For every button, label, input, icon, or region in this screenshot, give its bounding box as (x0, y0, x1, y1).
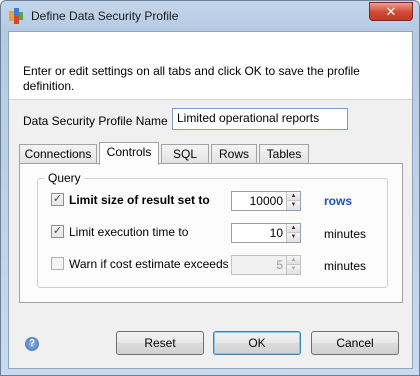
spin-down-icon[interactable]: ▼ (286, 265, 300, 274)
execution-time-unit: minutes (324, 227, 367, 241)
tab-controls[interactable]: Controls (99, 142, 159, 165)
window-title: Define Data Security Profile (31, 9, 179, 23)
spin-down-icon[interactable]: ▼ (286, 201, 300, 210)
cost-estimate-spin-buttons: ▲ ▼ (286, 256, 300, 274)
tab-sql[interactable]: SQL (161, 144, 209, 164)
spin-up-icon[interactable]: ▲ (286, 192, 300, 201)
tab-rows[interactable]: Rows (211, 144, 257, 164)
close-button[interactable]: ✕ (369, 2, 413, 21)
query-group-title: Query (45, 171, 84, 185)
dialog-window: Define Data Security Profile ✕ Enter or … (0, 0, 420, 376)
spin-up-icon[interactable]: ▲ (286, 224, 300, 233)
dialog-body: Enter or edit settings on all tabs and c… (8, 31, 413, 369)
profile-name-label: Data Security Profile Name (23, 114, 168, 128)
reset-button[interactable]: Reset (116, 331, 204, 355)
cost-estimate-unit: minutes (324, 259, 367, 273)
execution-time-value: 10 (269, 226, 283, 240)
limit-execution-time-checkbox[interactable]: ✓ (51, 225, 64, 238)
help-icon[interactable]: ? (25, 337, 39, 351)
result-size-spin-buttons: ▲ ▼ (286, 192, 300, 210)
check-icon: ✓ (52, 225, 63, 237)
result-size-spinner[interactable]: 10000 ▲ ▼ (231, 191, 301, 211)
warn-cost-checkbox[interactable] (51, 257, 64, 270)
tab-connections[interactable]: Connections (19, 144, 97, 164)
title-bar[interactable]: Define Data Security Profile ✕ (1, 1, 419, 31)
query-group: Query ✓ Limit size of result set to 1000… (37, 171, 388, 288)
app-icon (9, 8, 23, 24)
spin-down-icon[interactable]: ▼ (286, 233, 300, 242)
warn-cost-label: Warn if cost estimate exceeds (69, 257, 229, 271)
cancel-button[interactable]: Cancel (311, 331, 399, 355)
cost-estimate-spinner[interactable]: 5 ▲ ▼ (231, 255, 301, 275)
limit-result-size-label: Limit size of result set to (69, 193, 210, 207)
close-icon: ✕ (385, 4, 397, 19)
limit-result-size-checkbox[interactable]: ✓ (51, 193, 64, 206)
profile-name-input[interactable]: Limited operational reports (172, 108, 348, 130)
cost-estimate-value: 5 (276, 258, 283, 272)
check-icon: ✓ (52, 193, 63, 205)
tab-tables[interactable]: Tables (259, 144, 309, 164)
result-size-value: 10000 (249, 194, 283, 208)
instructions-text: Enter or edit settings on all tabs and c… (23, 64, 360, 93)
header-band: Enter or edit settings on all tabs and c… (9, 32, 412, 100)
execution-time-spinner[interactable]: 10 ▲ ▼ (231, 223, 301, 243)
ok-button[interactable]: OK (213, 331, 301, 355)
spin-up-icon[interactable]: ▲ (286, 256, 300, 265)
controls-tab-panel: Query ✓ Limit size of result set to 1000… (19, 163, 403, 303)
execution-time-spin-buttons: ▲ ▼ (286, 224, 300, 242)
rows-unit-link[interactable]: rows (324, 194, 352, 208)
limit-execution-time-label: Limit execution time to (69, 225, 189, 239)
